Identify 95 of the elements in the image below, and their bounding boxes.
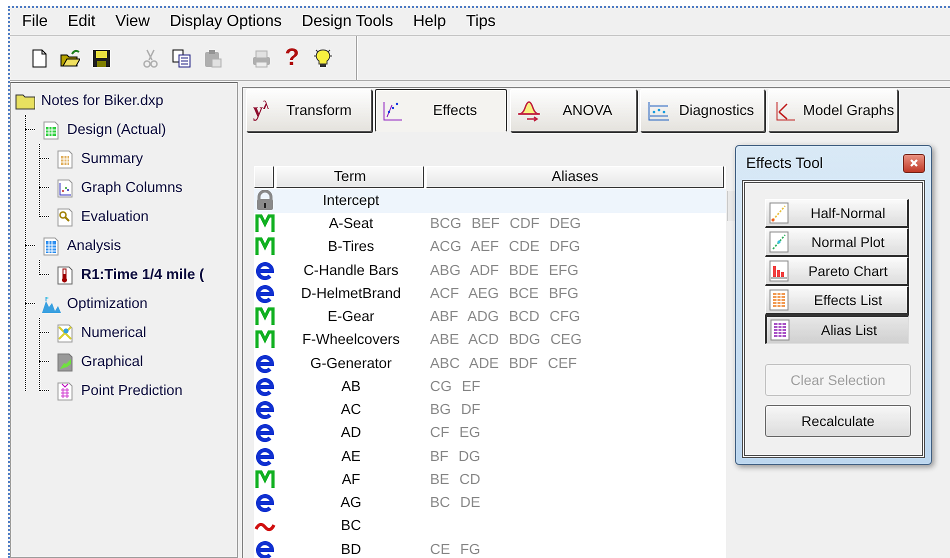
menu-item[interactable]: File — [12, 12, 58, 30]
aliases-cell-text: BE CD — [429, 470, 482, 490]
normal-plot-icon — [769, 231, 789, 253]
menu-item[interactable]: Tips — [456, 12, 506, 30]
lock-icon[interactable] — [254, 190, 276, 212]
aliases-cell-text: BCG BEF CDF DEG — [429, 215, 582, 234]
menu-item[interactable]: Display Options — [160, 12, 292, 30]
tree-item[interactable]: Evaluation — [81, 208, 149, 224]
tree-item[interactable]: Optimization — [67, 296, 148, 312]
aliases-cell-text: ACG AEF CDE DFG — [429, 238, 582, 258]
e-letter-icon[interactable] — [254, 376, 276, 398]
tab[interactable]: Diagnostics — [640, 89, 765, 132]
e-letter-icon[interactable] — [254, 260, 276, 282]
menu-item[interactable]: Help — [403, 12, 456, 30]
term-cell-text: AC — [340, 401, 362, 420]
contour-plot-icon — [55, 352, 75, 372]
tree-item[interactable]: Point Prediction — [81, 382, 183, 398]
aliases-cell-text: ABC ADE BDF CEF — [429, 354, 578, 374]
bar-chart-icon — [769, 260, 789, 282]
term-cell-text: F-Wheelcovers — [301, 331, 401, 350]
menu-item[interactable]: Design Tools — [292, 12, 404, 30]
term-cell-text: AF — [340, 470, 362, 490]
term-cell-text: D-HelmetBrand — [300, 284, 402, 304]
tree-item[interactable]: Graphical — [81, 354, 144, 370]
e-letter-icon[interactable] — [254, 282, 276, 305]
copy-icon[interactable] — [171, 48, 191, 68]
term-cell-text: BD — [340, 540, 362, 558]
term-cell-text: E-Gear — [326, 308, 376, 328]
power-symbol-icon: y$^{λ}$ — [253, 98, 269, 123]
term-cell-text: A-Seat — [328, 215, 374, 234]
menu-item[interactable]: Edit — [58, 12, 106, 30]
aliases-cell-text: ABG ADF BDE EFG — [429, 262, 580, 281]
term-cell: Intercept — [276, 189, 426, 212]
e-letter-icon[interactable] — [254, 422, 276, 444]
spreadsheet-icon — [41, 120, 61, 140]
close-icon — [909, 158, 919, 168]
term-cell-text: AD — [340, 424, 362, 444]
calculator-icon — [41, 236, 61, 256]
aliases-cell-text: CF EG — [429, 424, 482, 444]
term-cell-text: AE — [340, 448, 362, 467]
tree-item[interactable]: Graph Columns — [81, 180, 183, 196]
lightbulb-icon[interactable] — [313, 48, 333, 68]
view-button[interactable]: Normal Plot — [765, 228, 909, 257]
tree-item[interactable]: Notes for Biker.dxp — [41, 92, 164, 108]
tree-item[interactable]: Summary — [81, 150, 144, 166]
e-letter-icon[interactable] — [254, 492, 276, 514]
residual-plot-icon — [647, 100, 671, 122]
term-cell-text: AG — [340, 494, 362, 514]
magnifier-icon — [55, 206, 75, 226]
thermometer-icon — [55, 264, 75, 284]
half-normal-plot-icon — [769, 202, 789, 224]
e-letter-icon[interactable] — [254, 352, 276, 375]
tab[interactable]: Effects — [375, 89, 507, 132]
table-document-icon — [55, 148, 75, 168]
view-button[interactable]: Alias List — [765, 315, 909, 344]
dialog-title: Effects Tool — [745, 154, 823, 172]
tree-item[interactable]: Analysis — [67, 238, 121, 254]
scatter-plot-icon — [55, 178, 75, 198]
aliases-cell-text: BC DE — [429, 494, 482, 514]
aliases-cell-text: ABE ACD BDG CEG — [429, 331, 583, 350]
tree-item[interactable]: Numerical — [81, 324, 146, 340]
help-button[interactable]: ? — [282, 47, 302, 69]
tab[interactable]: Model Graphs — [768, 89, 898, 132]
view-button[interactable]: Pareto Chart — [765, 257, 909, 286]
term-cell-text: BC — [340, 517, 362, 536]
aliases-cell-text: ABF ADG BCD CFG — [429, 308, 582, 328]
term-cell-text: B-Tires — [326, 238, 376, 258]
term-cell-text: G-Generator — [309, 354, 393, 374]
view-button[interactable]: Effects List — [765, 286, 909, 315]
tab[interactable]: ANOVA — [510, 89, 637, 132]
list-grid-icon — [770, 319, 790, 341]
prediction-icon — [55, 380, 75, 400]
close-button[interactable] — [903, 154, 925, 172]
term-cell-text: AB — [340, 378, 362, 397]
e-letter-icon[interactable] — [254, 399, 276, 422]
e-letter-icon[interactable] — [254, 446, 276, 468]
crosshair-chart-icon — [55, 322, 75, 342]
tree-item[interactable]: R1:Time 1/4 mile ( — [81, 266, 204, 282]
bell-curve-icon — [517, 100, 541, 122]
tree-item[interactable]: Design (Actual) — [67, 122, 166, 138]
column-header[interactable]: Term — [276, 166, 424, 188]
open-folder-icon[interactable] — [60, 48, 80, 68]
aliases-cell-text: CG EF — [429, 378, 482, 397]
view-button[interactable]: Half-Normal — [765, 199, 909, 228]
list-grid-icon — [769, 289, 789, 311]
e-letter-icon[interactable] — [254, 538, 276, 558]
tab[interactable]: y$^{λ}$ Transform — [246, 89, 372, 132]
aliases-cell-text: BF DG — [429, 448, 482, 467]
column-header[interactable]: Aliases — [426, 166, 724, 188]
action-button[interactable]: Recalculate — [765, 405, 911, 437]
aliases-cell-text: ACF AEG BCE BFG — [429, 284, 580, 304]
aliases-cell-text: CE FG — [429, 540, 482, 558]
aliases-cell-text: BG DF — [429, 401, 482, 420]
term-cell-text: C-Handle Bars — [302, 262, 400, 281]
menu-item[interactable]: View — [105, 12, 160, 30]
